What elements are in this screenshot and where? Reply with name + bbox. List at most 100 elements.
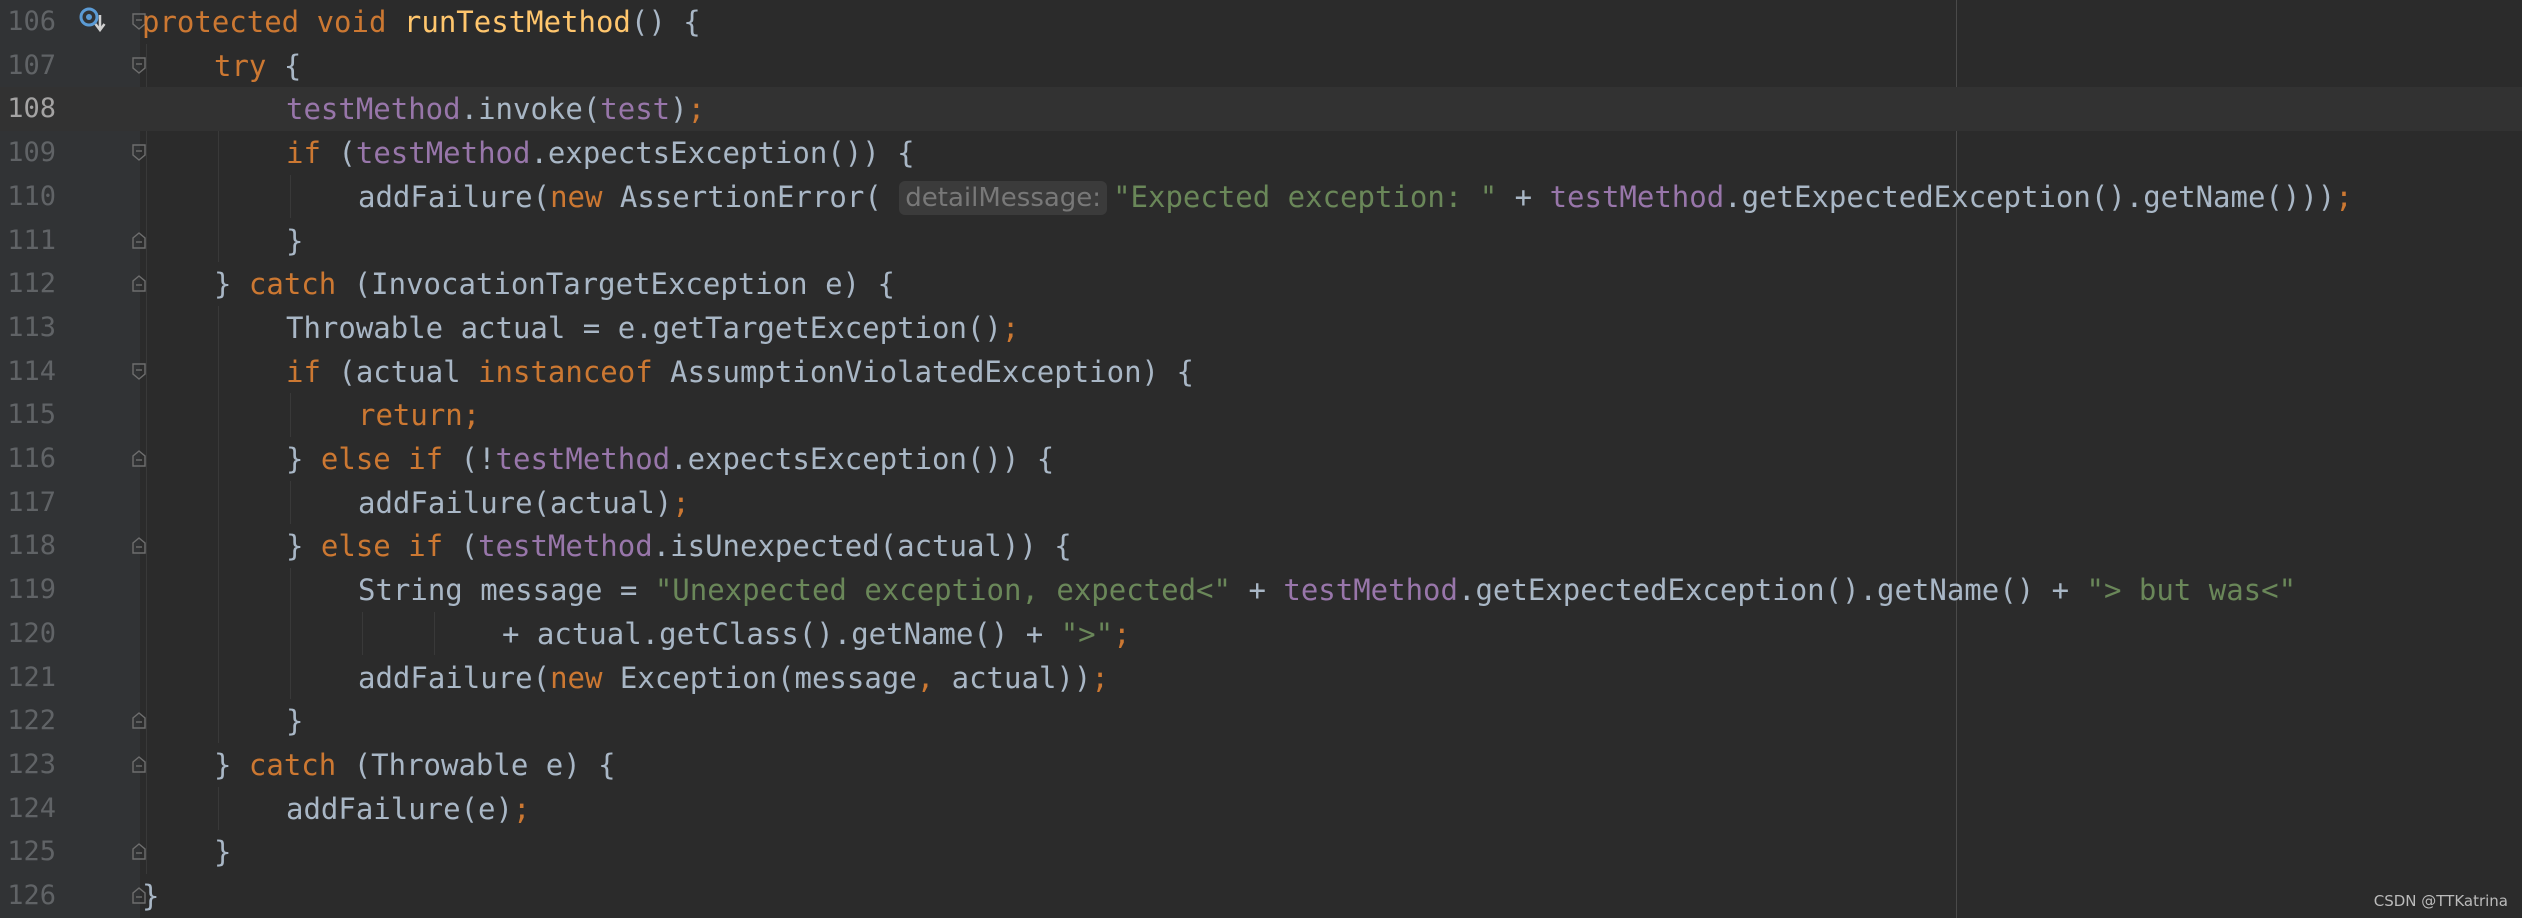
line-number[interactable]: 124 [0, 787, 56, 831]
code-line[interactable]: 121 addFailure(new Exception(message, act… [0, 656, 2522, 700]
code-text[interactable]: } catch (InvocationTargetException e) { [214, 262, 895, 306]
code-text[interactable]: + actual.getClass().getName() + ">"; [502, 612, 1131, 656]
line-number[interactable]: 121 [0, 656, 56, 700]
code-text[interactable]: String message = "Unexpected exception, … [358, 568, 2296, 612]
code-line[interactable]: 114 if (actual instanceof AssumptionViola… [0, 350, 2522, 394]
code-text[interactable]: } [214, 830, 231, 874]
code-token: addFailure( [358, 179, 551, 214]
code-line[interactable]: 123 } catch (Throwable e) { [0, 743, 2522, 787]
line-number[interactable]: 122 [0, 699, 56, 743]
code-line[interactable]: 111} [0, 219, 2522, 263]
gutter-cell[interactable]: 110 [0, 175, 140, 219]
gutter-cell[interactable]: 117 [0, 481, 140, 525]
code-text[interactable]: } else if (testMethod.isUnexpected(actua… [286, 524, 1072, 568]
code-text[interactable]: } [286, 219, 303, 263]
fold-end-icon[interactable] [132, 712, 146, 729]
gutter-cell[interactable]: 113 [0, 306, 140, 350]
code-token: (actual [338, 354, 479, 389]
gutter-cell[interactable]: 120 [0, 612, 140, 656]
code-text[interactable]: if (actual instanceof AssumptionViolated… [286, 350, 1194, 394]
code-text[interactable]: } catch (Throwable e) { [214, 743, 616, 787]
code-line[interactable]: 113 Throwable actual = e.getTargetExcepti… [0, 306, 2522, 350]
line-number[interactable]: 111 [0, 219, 56, 263]
gutter-cell[interactable]: 109 [0, 131, 146, 175]
fold-end-icon[interactable] [132, 275, 146, 292]
code-text[interactable]: try { [214, 44, 301, 88]
code-text[interactable]: testMethod.invoke(test); [286, 87, 705, 131]
code-text[interactable]: return; [358, 393, 480, 437]
code-text[interactable]: } [142, 874, 159, 918]
gutter-cell[interactable]: 107 [0, 44, 146, 88]
code-line[interactable]: 106 protected void runTestMethod() { [0, 0, 2522, 44]
gutter-cell[interactable]: 121 [0, 656, 140, 700]
code-line[interactable]: 108 testMethod.invoke(test); [0, 87, 2522, 132]
line-number[interactable]: 113 [0, 306, 56, 350]
gutter-cell[interactable]: 112 [0, 262, 146, 306]
code-line[interactable]: 119 String message = "Unexpected exceptio… [0, 568, 2522, 612]
code-text[interactable]: Throwable actual = e.getTargetException(… [286, 306, 1019, 350]
code-text[interactable]: addFailure(e); [286, 787, 530, 831]
fold-end-icon[interactable] [132, 843, 146, 860]
line-number[interactable]: 119 [0, 568, 56, 612]
code-line[interactable]: 109 if (testMethod.expectsException()) { [0, 131, 2522, 175]
code-text[interactable]: } else if (!testMethod.expectsException(… [286, 437, 1054, 481]
code-editor[interactable]: 106 protected void runTestMethod() { 107 tr… [0, 0, 2522, 918]
line-number[interactable]: 118 [0, 524, 56, 568]
code-token: runTestMethod [403, 5, 631, 39]
fold-collapse-icon[interactable] [132, 144, 146, 162]
line-number[interactable]: 114 [0, 350, 56, 394]
gutter-cell[interactable]: 114 [0, 350, 146, 394]
gutter-cell[interactable]: 106 [0, 0, 146, 44]
gutter-cell[interactable]: 118 [0, 524, 146, 568]
fold-end-icon[interactable] [132, 231, 146, 249]
line-number[interactable]: 117 [0, 481, 56, 525]
code-text[interactable]: if (testMethod.expectsException()) { [286, 131, 915, 175]
line-number[interactable]: 116 [0, 437, 56, 481]
fold-collapse-icon[interactable] [132, 56, 146, 74]
fold-end-icon[interactable] [132, 450, 146, 467]
fold-end-icon[interactable] [132, 755, 146, 773]
line-number[interactable]: 110 [0, 175, 56, 219]
code-line[interactable]: 110 addFailure(new AssertionError( detail… [0, 175, 2522, 219]
gutter-cell[interactable]: 119 [0, 568, 140, 612]
code-line[interactable]: 112 } catch (InvocationTargetException e)… [0, 262, 2522, 306]
line-number[interactable]: 126 [0, 874, 56, 918]
code-text[interactable]: addFailure(new AssertionError( detailMes… [358, 175, 2353, 219]
line-number[interactable]: 107 [0, 44, 56, 88]
gutter-cell[interactable]: 116 [0, 437, 146, 481]
gutter-cell[interactable]: 124 [0, 787, 140, 831]
gutter-cell[interactable]: 122 [0, 699, 146, 743]
code-line[interactable]: 116 } else if (!testMethod.expectsExcepti… [0, 437, 2522, 481]
gutter-cell[interactable]: 111 [0, 219, 146, 263]
line-number[interactable]: 123 [0, 743, 56, 787]
gutter-cell[interactable]: 126 [0, 874, 146, 918]
code-line[interactable]: 107 try { [0, 44, 2522, 88]
line-number[interactable]: 125 [0, 830, 56, 874]
override-method-icon[interactable] [78, 6, 106, 36]
gutter-cell[interactable]: 123 [0, 743, 146, 787]
line-number[interactable]: 106 [0, 0, 56, 44]
code-line[interactable]: 125} [0, 830, 2522, 874]
gutter-cell[interactable]: 115 [0, 393, 140, 437]
code-line[interactable]: 126} [0, 874, 2522, 918]
code-text[interactable]: } [286, 699, 303, 743]
code-token: test [600, 92, 671, 127]
line-number[interactable]: 115 [0, 393, 56, 437]
code-line[interactable]: 122} [0, 699, 2522, 743]
gutter-cell[interactable]: 125 [0, 830, 146, 874]
code-line[interactable]: 115 return; [0, 393, 2522, 437]
line-number[interactable]: 108 [0, 87, 56, 131]
line-number[interactable]: 112 [0, 262, 56, 306]
line-number[interactable]: 120 [0, 612, 56, 656]
fold-end-icon[interactable] [132, 537, 146, 555]
code-line[interactable]: 120 + actual.getClass().getName() + ">"; [0, 612, 2522, 656]
fold-collapse-icon[interactable] [132, 362, 146, 380]
code-line[interactable]: 124 addFailure(e); [0, 787, 2522, 831]
code-text[interactable]: addFailure(actual); [358, 481, 690, 525]
gutter-cell[interactable]: 108 [0, 87, 140, 132]
code-line[interactable]: 118 } else if (testMethod.isUnexpected(ac… [0, 524, 2522, 568]
line-number[interactable]: 109 [0, 131, 56, 175]
code-text[interactable]: addFailure(new Exception(message, actual… [358, 656, 1109, 700]
code-text[interactable]: protected void runTestMethod() { [142, 0, 701, 44]
code-line[interactable]: 117 addFailure(actual); [0, 481, 2522, 525]
